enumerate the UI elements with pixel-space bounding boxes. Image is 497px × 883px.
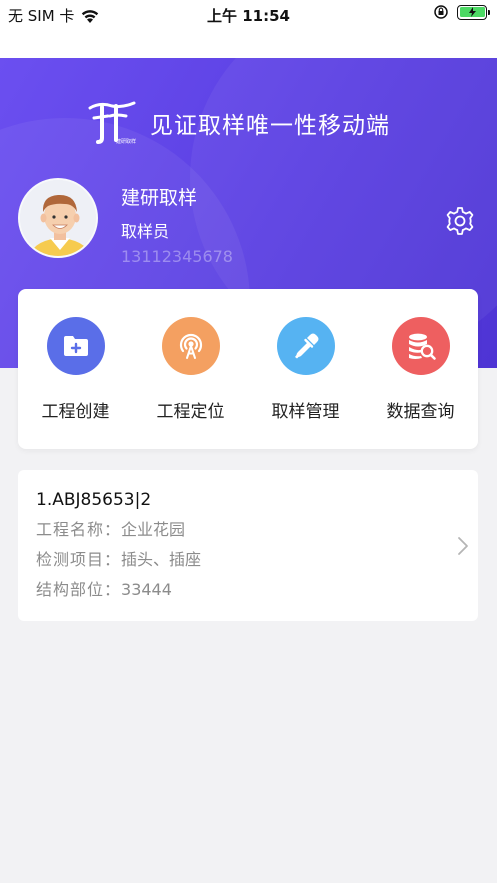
record-item-value: 插头、插座 [121, 550, 202, 569]
status-bar: 无 SIM 卡 上午 11:54 [0, 0, 497, 58]
brand: 建研取样 见证取样唯一性移动端 [86, 98, 390, 148]
data-query-icon-circle [391, 317, 450, 375]
chevron-right-icon [458, 537, 468, 555]
record-project-value: 企业花园 [121, 520, 186, 539]
quick-actions-card: 工程创建 工程定位 取样管理 数据查询 [18, 289, 478, 449]
action-label: 取样管理 [271, 402, 340, 422]
sample-manage-icon-circle [276, 317, 335, 375]
sample-record-card[interactable]: 1.ABJ85653|2 工程名称：企业花园 检测项目：插头、插座 结构部位：3… [18, 470, 478, 621]
carrier-label: 无 SIM 卡 [8, 7, 75, 25]
record-title: 1.ABJ85653|2 [36, 490, 152, 510]
record-item-row: 检测项目：插头、插座 [36, 546, 478, 570]
avatar[interactable] [18, 178, 98, 258]
battery-icon [457, 4, 490, 20]
database-search-icon [408, 333, 436, 360]
app-logo: 建研取样 [86, 98, 140, 148]
orientation-lock-icon [434, 5, 448, 19]
charging-bolt-icon [468, 7, 476, 17]
record-part-value: 33444 [121, 580, 172, 599]
dropper-icon [294, 333, 318, 359]
user-phone: 13112345678 [121, 247, 233, 266]
logo-subtext: 建研取样 [116, 139, 137, 145]
location-signal-icon [179, 333, 202, 359]
action-project-locate[interactable]: 工程定位 [136, 317, 246, 449]
app-title: 见证取样唯一性移动端 [150, 113, 390, 139]
record-part-label: 结构部位： [36, 580, 122, 599]
record-part-row: 结构部位：33444 [36, 576, 478, 600]
action-label: 工程定位 [156, 402, 225, 422]
project-create-icon-circle [46, 317, 105, 375]
folder-plus-icon [63, 336, 88, 356]
status-left: 无 SIM 卡 [8, 5, 100, 26]
record-project-label: 工程名称： [36, 520, 122, 539]
record-item-label: 检测项目： [36, 550, 122, 569]
settings-gear-icon[interactable] [445, 206, 475, 236]
action-label: 数据查询 [386, 402, 455, 422]
action-data-query[interactable]: 数据查询 [366, 317, 476, 449]
action-sample-manage[interactable]: 取样管理 [251, 317, 361, 449]
project-locate-icon-circle [161, 317, 220, 375]
user-role: 取样员 [121, 222, 170, 241]
wifi-icon [82, 9, 99, 23]
action-project-create[interactable]: 工程创建 [21, 317, 131, 449]
action-label: 工程创建 [41, 402, 110, 422]
record-project-row: 工程名称：企业花园 [36, 516, 478, 540]
user-name: 建研取样 [121, 187, 198, 209]
status-right [433, 4, 490, 20]
